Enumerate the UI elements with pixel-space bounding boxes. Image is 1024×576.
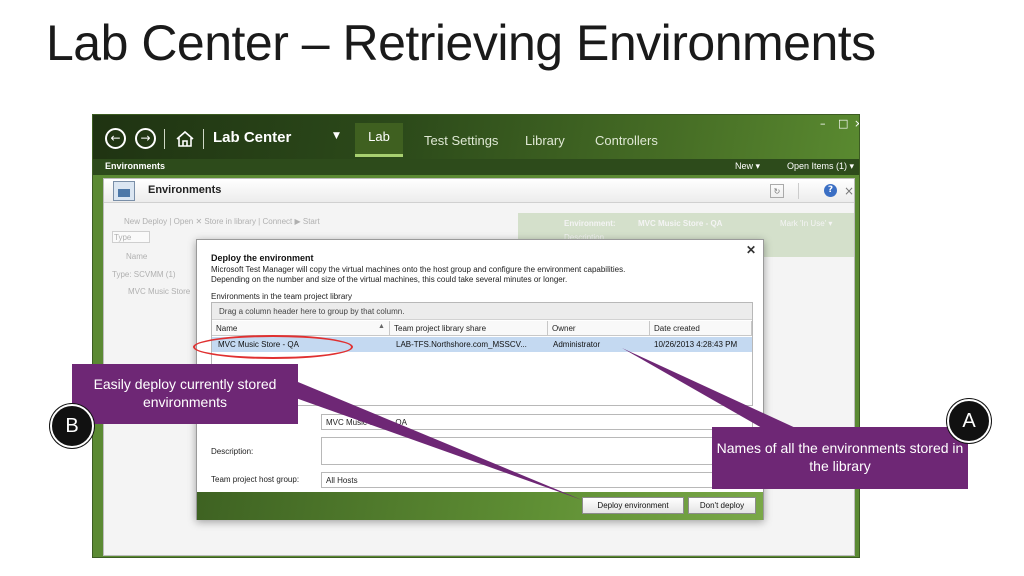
- top-bar: ← → Lab Center ▼ Lab Test Settings Libra…: [93, 115, 859, 159]
- badge-a: A: [947, 399, 991, 443]
- environment-value: MVC Music Store - QA: [638, 219, 723, 228]
- name-field[interactable]: MVC Music Store - QA: [321, 414, 753, 430]
- type-label: Type: [114, 233, 132, 242]
- sort-ascending-icon: ▲: [378, 323, 385, 330]
- row-owner: Administrator: [553, 340, 601, 349]
- separator: [164, 129, 165, 149]
- environment-label: Environment:: [564, 219, 616, 228]
- environment-list-item[interactable]: MVC Music Store: [128, 287, 190, 296]
- app-title: Lab Center: [213, 129, 292, 146]
- app-dropdown-icon[interactable]: ▼: [333, 131, 340, 141]
- forward-icon[interactable]: →: [135, 128, 156, 149]
- sub-bar: Environments New ▾ Open Items (1) ▾: [93, 159, 859, 175]
- open-items-menu[interactable]: Open Items (1) ▾: [787, 161, 854, 172]
- minimize-icon[interactable]: –: [820, 117, 826, 130]
- panel-title: Environments: [148, 184, 222, 196]
- column-header-date[interactable]: Date created: [650, 321, 752, 336]
- column-header-share[interactable]: Team project library share: [390, 321, 548, 336]
- dialog-footer: Deploy environment Don't deploy: [197, 492, 763, 520]
- badge-b: B: [50, 404, 94, 448]
- separator: [798, 183, 799, 199]
- column-header-owner[interactable]: Owner: [548, 321, 650, 336]
- new-menu[interactable]: New ▾: [735, 161, 760, 172]
- close-dialog-icon[interactable]: ✕: [746, 243, 756, 257]
- host-group-field[interactable]: All Hosts: [321, 472, 753, 488]
- slide-title: Lab Center – Retrieving Environments: [46, 15, 876, 71]
- maximize-icon[interactable]: □: [838, 117, 848, 130]
- description-field[interactable]: [321, 437, 753, 465]
- row-share: LAB-TFS.Northshore.com_MSSCV...: [396, 340, 527, 349]
- callout-a: Names of all the environments stored in …: [712, 427, 968, 489]
- tab-library[interactable]: Library: [525, 133, 565, 148]
- panel-header: Environments ↻ ? ×: [104, 179, 854, 203]
- highlight-oval: [193, 335, 353, 359]
- mark-in-use-button[interactable]: Mark 'In Use' ▾: [780, 219, 832, 228]
- home-icon[interactable]: [174, 128, 196, 150]
- group-by-hint: Drag a column header here to group by th…: [212, 303, 752, 320]
- dialog-description-line: Depending on the number and size of the …: [211, 275, 568, 284]
- dont-deploy-button[interactable]: Don't deploy: [688, 497, 756, 514]
- help-icon[interactable]: ?: [824, 184, 837, 197]
- description-label: Description:: [211, 447, 254, 456]
- host-group-label: Team project host group:: [211, 475, 300, 484]
- back-icon[interactable]: ←: [105, 128, 126, 149]
- type-group-row[interactable]: Type: SCVMM (1): [112, 270, 176, 279]
- tab-test-settings[interactable]: Test Settings: [424, 133, 498, 148]
- column-header-name[interactable]: Name ▲: [212, 321, 390, 336]
- panel-toolbar[interactable]: New Deploy | Open ✕ Store in library | C…: [124, 217, 320, 226]
- callout-b: Easily deploy currently stored environme…: [72, 364, 298, 424]
- row-date: 10/26/2013 4:28:43 PM: [654, 340, 738, 349]
- dialog-title: Deploy the environment: [211, 253, 314, 263]
- name-column-header[interactable]: Name: [126, 252, 147, 261]
- deploy-environment-button[interactable]: Deploy environment: [582, 497, 684, 514]
- section-label: Environments in the team project library: [211, 292, 352, 301]
- separator: [203, 129, 204, 149]
- column-header-label: Name: [216, 324, 238, 333]
- close-window-icon[interactable]: ×: [854, 117, 859, 130]
- breadcrumb: Environments: [105, 161, 166, 171]
- close-panel-icon[interactable]: ×: [842, 184, 856, 198]
- tab-controllers[interactable]: Controllers: [595, 133, 658, 148]
- dialog-description-line: Microsoft Test Manager will copy the vir…: [211, 265, 626, 274]
- environment-icon: [113, 181, 135, 201]
- tab-lab[interactable]: Lab: [355, 123, 403, 157]
- refresh-icon[interactable]: ↻: [770, 184, 784, 198]
